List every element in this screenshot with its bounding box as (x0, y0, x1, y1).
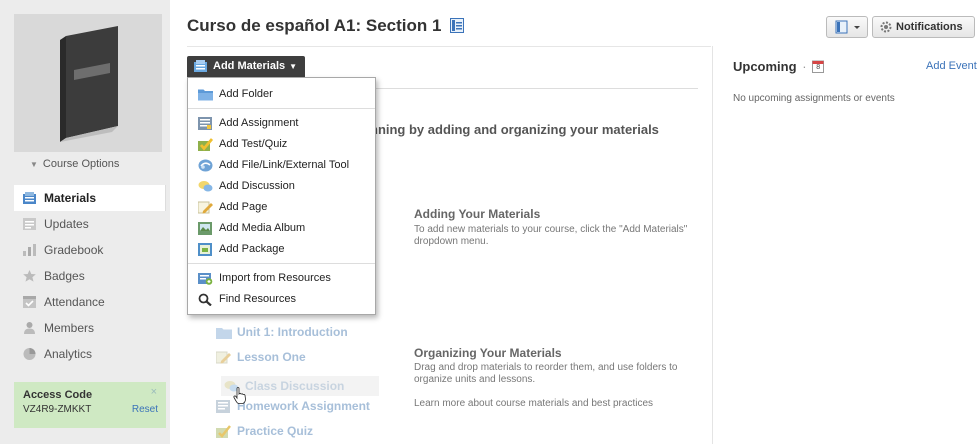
learn-more-link[interactable]: Learn more about course materials and be… (414, 398, 694, 410)
media-album-icon (198, 222, 212, 235)
assignment-icon (216, 400, 230, 413)
add-materials-button[interactable]: Add Materials ▼ (187, 56, 305, 77)
calendar-day: 8 (816, 64, 821, 71)
folder-icon (198, 89, 213, 101)
add-event-link[interactable]: Add Event (926, 60, 977, 72)
materials-view-icon[interactable] (450, 18, 465, 33)
upcoming-separator: · (802, 59, 807, 74)
add-materials-menu: Add Folder Add Assignment Add Test/Quiz … (187, 77, 376, 315)
gradebook-icon (23, 244, 36, 256)
menu-item-find-resources[interactable]: Find Resources (188, 289, 375, 310)
discussion-icon (198, 181, 213, 192)
page-icon (216, 351, 231, 364)
sidebar-item-members[interactable]: Members (14, 315, 166, 341)
sidebar-item-badges[interactable]: Badges (14, 263, 166, 289)
quiz-icon (216, 425, 231, 438)
analytics-icon (23, 348, 36, 360)
access-code-reset-link[interactable]: Reset (132, 404, 158, 415)
notifications-button[interactable]: Notifications (872, 16, 975, 38)
members-icon (24, 322, 35, 334)
chevron-down-icon: ▼ (289, 62, 298, 71)
upcoming-heading: Upcoming · 8 (733, 59, 825, 74)
menu-item-add-file-link[interactable]: Add File/Link/External Tool (188, 155, 375, 176)
page-title: Curso de español A1: Section 1 (187, 16, 465, 36)
menu-item-add-folder[interactable]: Add Folder (188, 84, 375, 105)
updates-icon (23, 218, 36, 230)
page-icon (198, 201, 213, 214)
badge-icon (23, 270, 36, 282)
sidebar-nav: Materials Updates Gradebook Badges Atten… (14, 185, 166, 367)
materials-icon (194, 60, 207, 72)
calendar-icon[interactable]: 8 (812, 60, 825, 73)
layout-icon (835, 20, 860, 34)
assignment-icon (198, 117, 212, 130)
sample-page-item: Lesson One (213, 347, 306, 367)
content-divider (376, 88, 698, 89)
menu-separator (188, 263, 375, 264)
link-icon (198, 159, 213, 172)
menu-item-add-discussion[interactable]: Add Discussion (188, 176, 375, 197)
view-options-button[interactable] (826, 16, 868, 38)
adding-materials-title: Adding Your Materials (414, 207, 541, 221)
sidebar-item-updates[interactable]: Updates (14, 211, 166, 237)
attendance-icon (23, 296, 36, 308)
adding-materials-text: To add new materials to your course, cli… (414, 224, 688, 247)
course-image[interactable] (14, 14, 162, 152)
folder-icon (216, 328, 232, 339)
access-code-title: Access Code (23, 389, 93, 401)
organizing-materials-title: Organizing Your Materials (414, 346, 562, 360)
sample-quiz-item: Practice Quiz (213, 421, 313, 441)
import-icon (198, 273, 213, 285)
menu-item-add-page[interactable]: Add Page (188, 197, 375, 218)
menu-item-add-package[interactable]: Add Package (188, 239, 375, 260)
menu-item-add-test-quiz[interactable]: Add Test/Quiz (188, 134, 375, 155)
chevron-down-icon: ▼ (30, 160, 38, 169)
header-divider (187, 46, 711, 47)
upcoming-empty-text: No upcoming assignments or events (733, 93, 895, 104)
package-icon (198, 243, 212, 256)
sidebar-item-materials[interactable]: Materials (14, 185, 166, 211)
intro-text: nning by adding and organizing your mate… (370, 122, 659, 137)
materials-icon (23, 192, 36, 204)
course-options-toggle[interactable]: ▼ Course Options (30, 158, 119, 170)
access-code-box: Access Code VZ4R9-ZMKKT Reset × (14, 382, 166, 428)
quiz-icon (198, 138, 213, 151)
menu-item-add-assignment[interactable]: Add Assignment (188, 113, 375, 134)
sidebar-item-gradebook[interactable]: Gradebook (14, 237, 166, 263)
sidebar-item-attendance[interactable]: Attendance (14, 289, 166, 315)
gear-icon (880, 21, 892, 33)
organizing-materials-text: Drag and drop materials to reorder them,… (414, 362, 678, 385)
left-sidebar: ▼ Course Options Materials Updates Gradeb… (0, 0, 170, 444)
menu-item-import-resources[interactable]: Import from Resources (188, 268, 375, 289)
column-divider (712, 46, 713, 444)
menu-separator (188, 108, 375, 109)
book-icon (60, 26, 118, 142)
sidebar-item-analytics[interactable]: Analytics (14, 341, 166, 367)
sample-folder-item: Unit 1: Introduction (213, 322, 348, 342)
close-icon[interactable]: × (151, 386, 157, 398)
search-icon (198, 293, 212, 306)
menu-item-add-media-album[interactable]: Add Media Album (188, 218, 375, 239)
hand-cursor-icon (233, 387, 246, 404)
